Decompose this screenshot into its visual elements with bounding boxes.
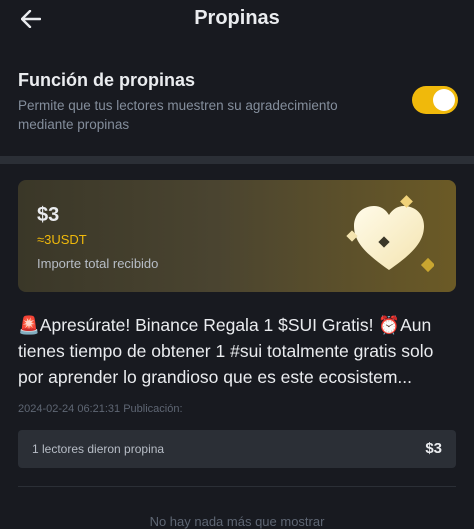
post-meta: 2024-02-24 06:21:31 Publicación: xyxy=(18,403,183,415)
heart-icon xyxy=(344,194,436,280)
tip-toggle[interactable] xyxy=(412,86,458,114)
tips-summary-card: $3 ≈3USDT Importe total recibido xyxy=(18,180,456,292)
toggle-knob xyxy=(433,89,455,111)
post-preview-text[interactable]: 🚨Apresúrate! Binance Regala 1 $SUI Grati… xyxy=(18,312,458,390)
tippers-label: 1 lectores dieron propina xyxy=(32,442,165,456)
end-of-list-text: No hay nada más que mostrar xyxy=(149,514,325,529)
section-divider xyxy=(0,156,474,164)
list-divider xyxy=(18,486,456,487)
total-usdt: ≈3USDT xyxy=(37,232,87,247)
total-amount: $3 xyxy=(37,204,60,226)
tippers-row[interactable]: 1 lectores dieron propina $3 xyxy=(18,430,456,468)
header-bar: Propinas xyxy=(0,0,474,40)
page-title: Propinas xyxy=(194,7,280,29)
tip-setting-description: Permite que tus lectores muestren su agr… xyxy=(18,98,338,132)
total-label: Importe total recibido xyxy=(37,256,159,271)
tippers-amount: $3 xyxy=(425,440,442,457)
tip-setting-title: Función de propinas xyxy=(18,70,196,90)
